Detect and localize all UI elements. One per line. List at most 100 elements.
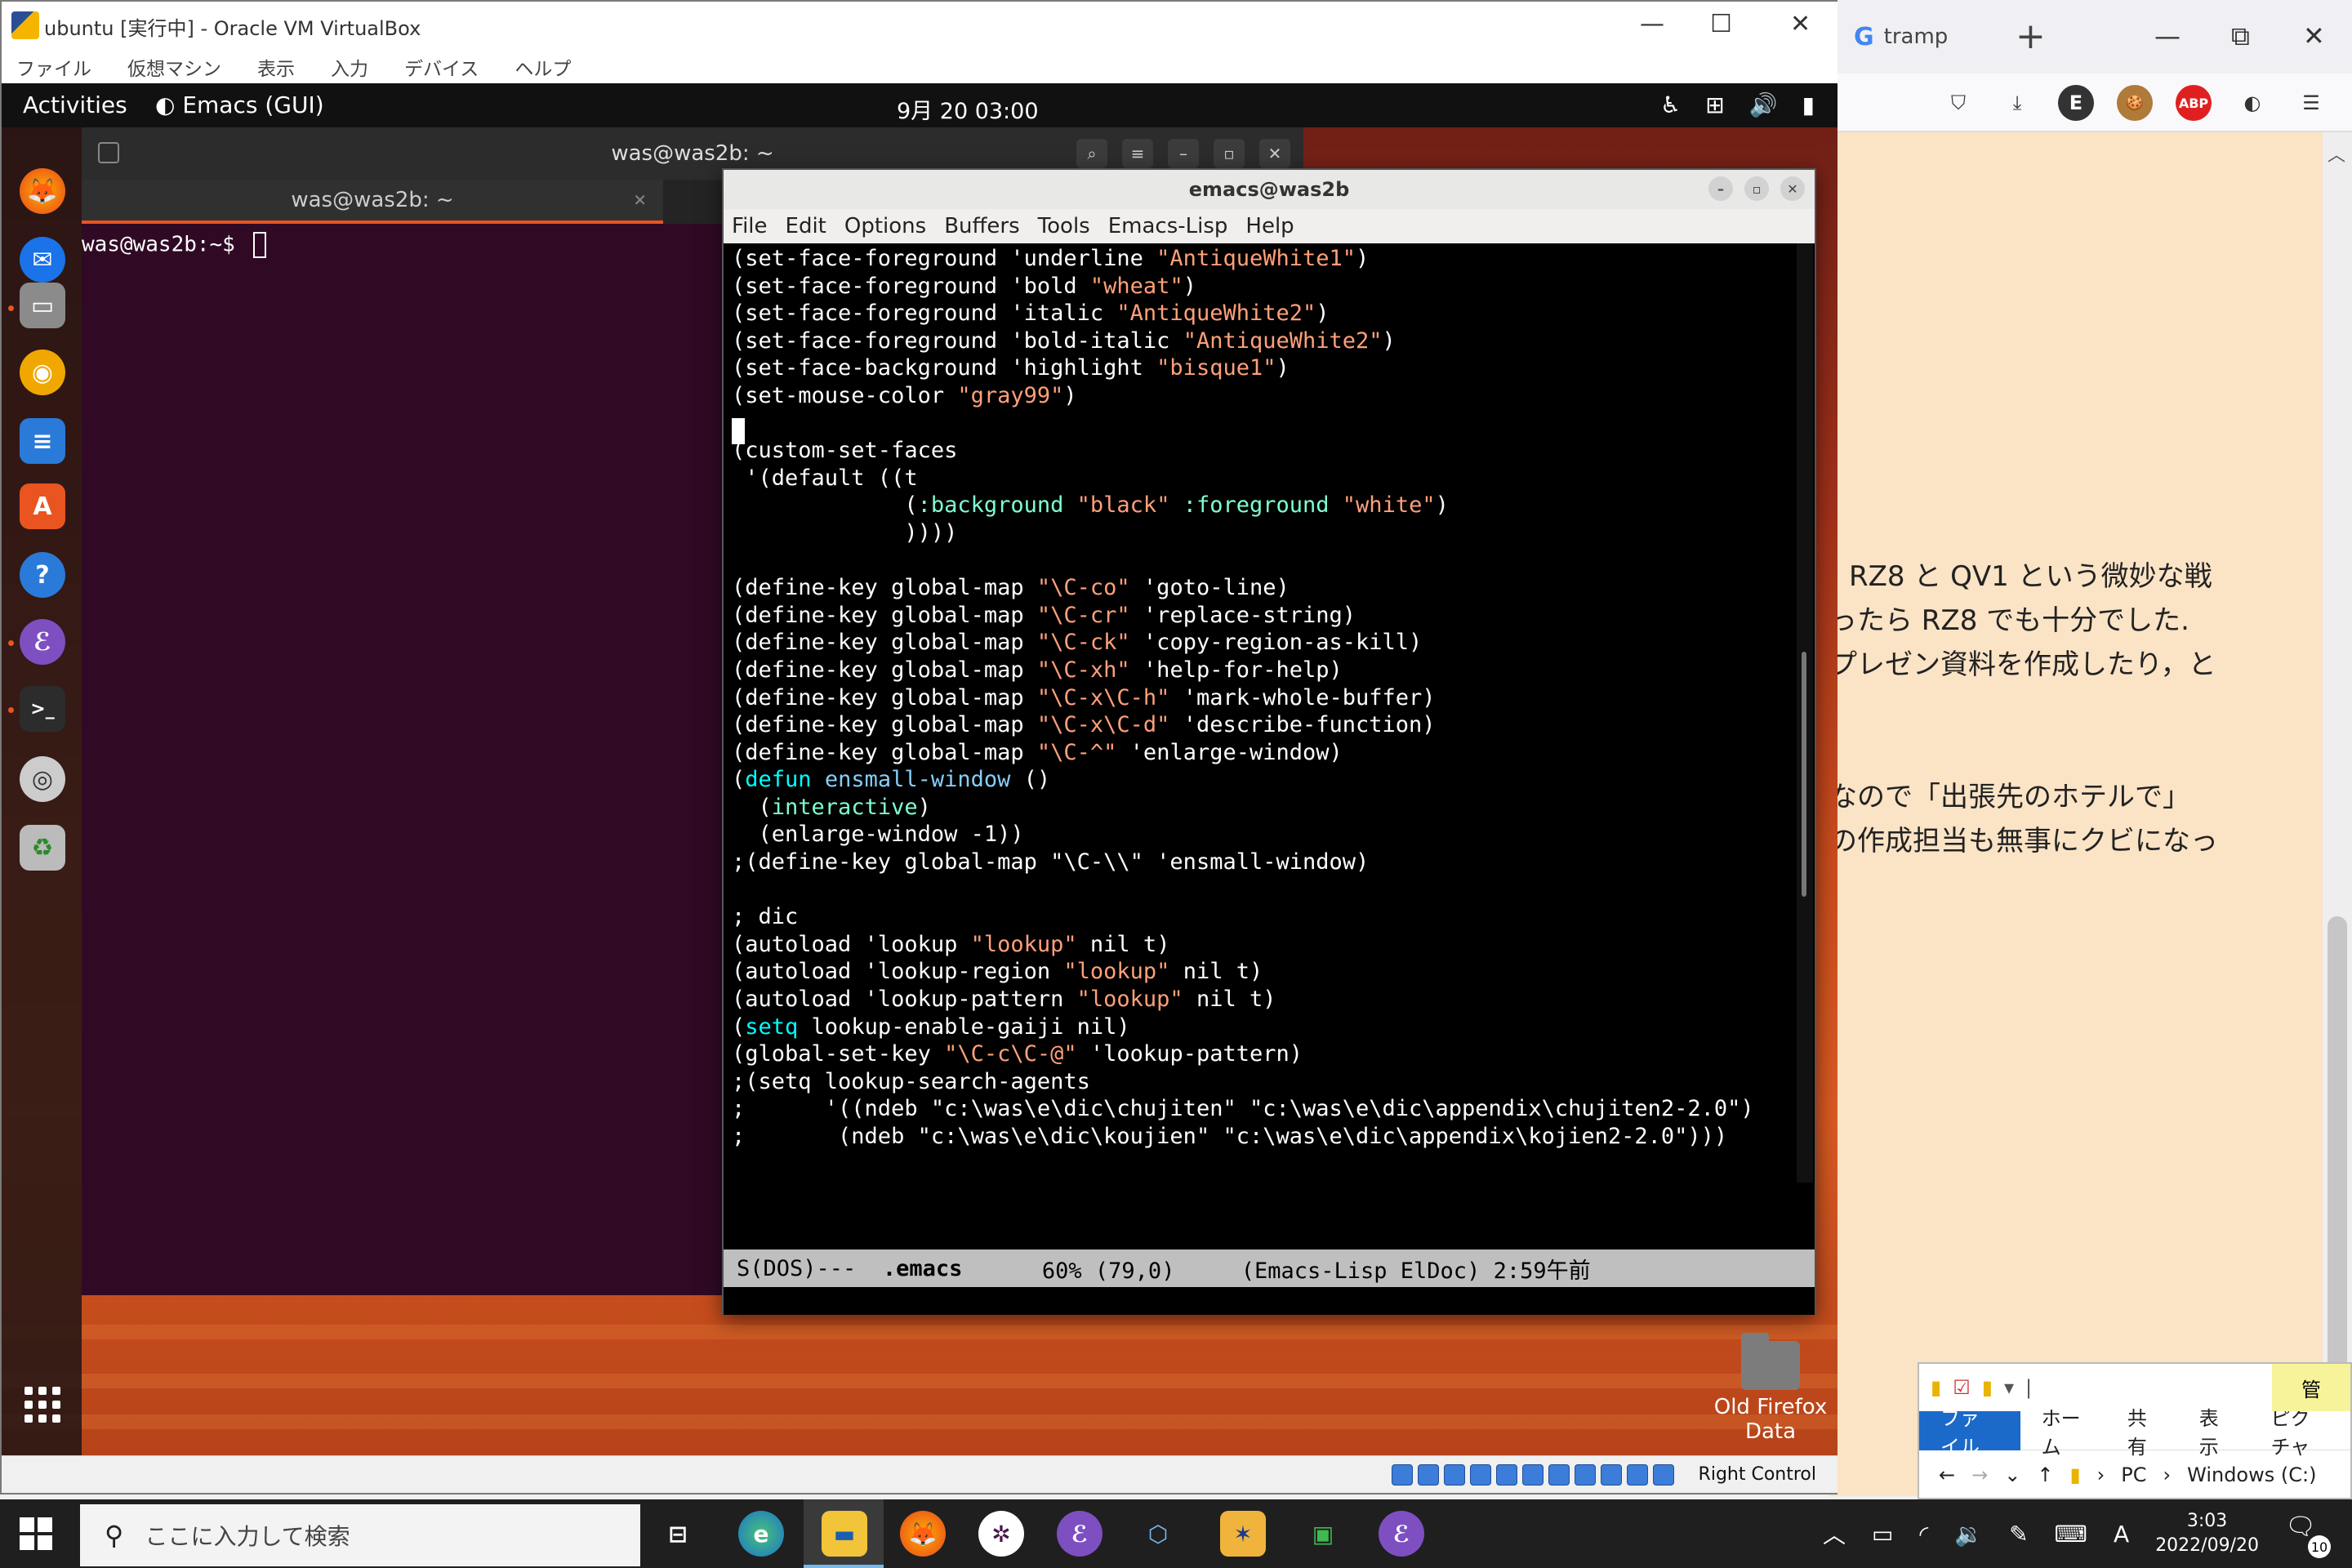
up-icon[interactable]: ↑: [2037, 1463, 2053, 1486]
cpu-icon[interactable]: [1601, 1464, 1622, 1486]
emacs-secondary-icon[interactable]: ℰ: [1379, 1511, 1424, 1557]
firefox-icon[interactable]: 🦊: [900, 1511, 946, 1557]
show-apps-icon[interactable]: [24, 1387, 60, 1423]
code-line[interactable]: ;(setq lookup-search-agents: [732, 1068, 1795, 1096]
terminal-maximize-button[interactable]: ▫: [1214, 139, 1245, 168]
code-line[interactable]: (define-key global-map "\C-cr" 'replace-…: [732, 602, 1795, 630]
rhythmbox-dock-icon[interactable]: ◉: [20, 350, 65, 395]
emacs-menu-edit[interactable]: Edit: [786, 214, 826, 238]
gnome-clock[interactable]: 9月 20 03:00: [897, 93, 1039, 125]
ime-indicator[interactable]: A: [2114, 1521, 2129, 1548]
files-dock-icon[interactable]: ▭: [20, 283, 65, 328]
code-line[interactable]: (set-face-foreground 'underline "Antique…: [732, 245, 1795, 273]
forward-icon[interactable]: →: [1971, 1463, 1988, 1486]
code-line[interactable]: (defun ensmall-window (): [732, 766, 1795, 794]
ribbon-tab-home[interactable]: ホーム: [2020, 1402, 2106, 1459]
battery-icon[interactable]: ▭: [1872, 1521, 1893, 1548]
optical-drive-icon[interactable]: [1418, 1464, 1439, 1486]
emacs-minimize-button[interactable]: –: [1708, 176, 1733, 201]
extension-e-icon[interactable]: E: [2058, 85, 2094, 121]
shared-folder-icon[interactable]: [1522, 1464, 1544, 1486]
code-line[interactable]: [732, 876, 1795, 904]
code-line[interactable]: (interactive): [732, 794, 1795, 822]
ribbon-tab-view[interactable]: 表示: [2178, 1402, 2250, 1459]
terminal-tab[interactable]: was@was2b: ~ ✕: [82, 180, 663, 224]
slack-icon[interactable]: ✲: [978, 1511, 1024, 1557]
vbox-menu-devices[interactable]: デバイス: [404, 53, 479, 81]
close-tab-icon[interactable]: ✕: [633, 190, 647, 210]
code-line[interactable]: ; '((ndeb "c:\was\e\dic\chujiten" "c:\wa…: [732, 1095, 1795, 1123]
pocket-icon[interactable]: ⛉: [1940, 85, 1976, 121]
vbox-minimize-button[interactable]: —: [1640, 10, 1664, 38]
emacs-menu-file[interactable]: File: [732, 214, 768, 238]
volume-icon[interactable]: 🔉: [1954, 1521, 1983, 1548]
code-line[interactable]: (define-key global-map "\C-ck" 'copy-reg…: [732, 629, 1795, 657]
emacs-buffer[interactable]: (set-face-foreground 'underline "Antique…: [724, 243, 1795, 1183]
code-line[interactable]: (:background "black" :foreground "white"…: [732, 492, 1795, 519]
trash-dock-icon[interactable]: ♻: [20, 825, 65, 871]
code-line[interactable]: (autoload 'lookup "lookup" nil t): [732, 931, 1795, 959]
code-line[interactable]: (define-key global-map "\C-^" 'enlarge-w…: [732, 739, 1795, 767]
back-icon[interactable]: ←: [1939, 1463, 1955, 1486]
scrollbar-thumb[interactable]: [2328, 916, 2347, 1406]
recent-icon[interactable]: ⌄: [2004, 1463, 2020, 1486]
code-line[interactable]: (define-key global-map "\C-xh" 'help-for…: [732, 657, 1795, 684]
firefox-tab[interactable]: G tramp: [1846, 11, 2009, 62]
adblock-icon[interactable]: ABP: [2176, 85, 2212, 121]
breadcrumb-pc[interactable]: PC: [2121, 1463, 2146, 1486]
writer-dock-icon[interactable]: ≡: [20, 418, 65, 464]
edge-icon[interactable]: e: [738, 1511, 784, 1557]
code-line[interactable]: (set-face-background 'highlight "bisque1…: [732, 354, 1795, 382]
code-line[interactable]: (custom-set-faces: [732, 437, 1795, 465]
software-dock-icon[interactable]: A: [20, 483, 65, 529]
emacs-menu-buffers[interactable]: Buffers: [944, 214, 1019, 238]
virtualbox-cube-icon[interactable]: ⬡: [1135, 1511, 1181, 1557]
code-line[interactable]: (global-set-key "\C-c\C-@" 'lookup-patte…: [732, 1040, 1795, 1068]
help-dock-icon[interactable]: ?: [20, 552, 65, 598]
terminal-minimize-button[interactable]: –: [1168, 139, 1199, 168]
notification-center-icon[interactable]: 🗨 10: [2285, 1512, 2331, 1558]
code-line[interactable]: (set-face-foreground 'bold "wheat"): [732, 273, 1795, 301]
emacs-maximize-button[interactable]: ▫: [1744, 176, 1769, 201]
download-icon[interactable]: ⤓: [1999, 85, 2035, 121]
hard-disk-icon[interactable]: [1392, 1464, 1413, 1486]
vbox-maximize-button[interactable]: ☐: [1710, 10, 1732, 38]
folder-icon[interactable]: ▮: [1931, 1376, 1941, 1399]
menu-icon[interactable]: ☰: [2293, 85, 2329, 121]
cookie-icon[interactable]: 🍪: [2117, 85, 2153, 121]
terminal-close-button[interactable]: ✕: [1259, 139, 1290, 168]
firefox-close-button[interactable]: ✕: [2303, 18, 2325, 54]
code-line[interactable]: (define-key global-map "\C-x\C-h" 'mark-…: [732, 684, 1795, 712]
firefox-scrollbar[interactable]: ︿: [2323, 132, 2352, 1496]
emacs-icon[interactable]: ℰ: [1057, 1511, 1102, 1557]
vbox-menu-file[interactable]: ファイル: [16, 53, 91, 81]
recording-icon[interactable]: [1575, 1464, 1596, 1486]
new-tab-button[interactable]: +: [2016, 15, 2046, 59]
emacs-scrollbar[interactable]: [1797, 243, 1813, 1183]
code-line[interactable]: (setq lookup-enable-gaiji nil): [732, 1013, 1795, 1041]
accessibility-icon[interactable]: ♿: [1660, 91, 1681, 118]
vbox-menu-input[interactable]: 入力: [331, 53, 368, 81]
emacs-menu-help[interactable]: Help: [1245, 214, 1294, 238]
vbox-close-button[interactable]: ✕: [1790, 10, 1811, 38]
activities-button[interactable]: Activities: [23, 91, 127, 118]
code-line[interactable]: ; dic: [732, 903, 1795, 931]
emacs-window[interactable]: emacs@was2b – ▫ ✕ File Edit Options Buff…: [722, 168, 1816, 1315]
firefox-restore-button[interactable]: ⧉: [2231, 18, 2250, 54]
firefox-dock-icon[interactable]: 🦊: [20, 168, 65, 214]
volume-icon[interactable]: 🔊: [1749, 91, 1778, 118]
audio-icon[interactable]: [1444, 1464, 1465, 1486]
code-line[interactable]: (autoload 'lookup-pattern "lookup" nil t…: [732, 986, 1795, 1013]
emacs-dock-icon[interactable]: ℰ: [20, 619, 65, 665]
pen-icon[interactable]: ✎: [2009, 1521, 2028, 1548]
code-line[interactable]: (set-mouse-color "gray99"): [732, 382, 1795, 410]
code-line[interactable]: (define-key global-map "\C-co" 'goto-lin…: [732, 574, 1795, 602]
breadcrumb-drive[interactable]: Windows (C:): [2187, 1463, 2316, 1486]
ribbon-tab-share[interactable]: 共有: [2106, 1402, 2178, 1459]
code-line[interactable]: )))): [732, 519, 1795, 547]
scroll-up-icon[interactable]: ︿: [2328, 140, 2345, 167]
keyboard-icon[interactable]: [1653, 1464, 1674, 1486]
display-icon[interactable]: [1548, 1464, 1570, 1486]
ribbon-tab-file[interactable]: ファイル: [1919, 1407, 2020, 1459]
code-line[interactable]: '(default ((t: [732, 465, 1795, 492]
